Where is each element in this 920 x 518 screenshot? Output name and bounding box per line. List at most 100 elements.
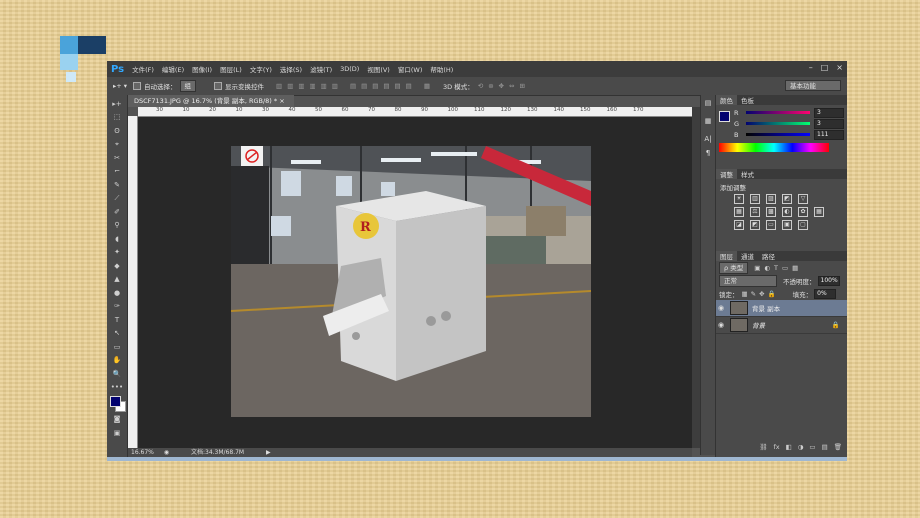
layer-filter-dropdown[interactable]: ρ 类型 [719, 261, 749, 274]
history-icon[interactable]: ▤ [701, 99, 715, 107]
tab-swatches[interactable]: 色板 [737, 95, 758, 105]
stamp-tool-icon[interactable]: ✐ [110, 207, 124, 217]
crop-tool-icon[interactable]: ✂ [110, 153, 124, 163]
menu-image[interactable]: 图像(I) [192, 64, 212, 74]
blend-mode-dropdown[interactable]: 正常 [719, 274, 777, 287]
lock-icons[interactable]: ▦✎✥🔒 [742, 290, 779, 298]
minimize-button[interactable]: – [809, 63, 813, 72]
quick-select-tool-icon[interactable]: ⌖ [110, 139, 124, 149]
screen-mode-icon[interactable]: ▣ [110, 428, 124, 438]
hand-tool-icon[interactable]: ✋ [110, 355, 124, 365]
status-info-icon[interactable]: ◉ [164, 449, 169, 456]
menu-select[interactable]: 选择(S) [280, 64, 302, 74]
shape-tool-icon[interactable]: ▭ [110, 342, 124, 352]
zoom-tool-icon[interactable]: 🔍 [110, 369, 124, 379]
fill-value[interactable]: 0% [814, 288, 837, 299]
new-group-icon[interactable]: ▭ [809, 443, 815, 451]
menu-window[interactable]: 窗口(W) [398, 64, 423, 74]
sponge-tool-icon[interactable]: ● [110, 288, 124, 298]
gradient-map-icon[interactable]: ▣ [782, 219, 792, 230]
properties-icon[interactable]: ▦ [701, 117, 715, 125]
healing-tool-icon[interactable]: ✎ [110, 180, 124, 190]
document-canvas[interactable]: R [138, 117, 692, 448]
tab-styles[interactable]: 样式 [737, 169, 758, 179]
move-tool-icon[interactable]: ▸+ [110, 99, 124, 109]
threshold-icon[interactable]: ▭ [766, 219, 776, 230]
move-tool-icon[interactable]: ▸+ ▾ [113, 82, 127, 90]
hue-saturation-icon[interactable]: ▦ [734, 206, 744, 217]
type-tool-icon[interactable]: T [110, 315, 124, 325]
tab-channels[interactable]: 通道 [737, 251, 758, 261]
menu-layer[interactable]: 图层(L) [220, 64, 242, 74]
eye-icon[interactable]: ◉ [716, 304, 726, 312]
align-icons[interactable]: ▥▥▥▥▥▥ ▤▤▤▤▤▤ ▦ [276, 82, 435, 90]
foreground-color-swatch[interactable] [110, 396, 121, 407]
menu-edit[interactable]: 编辑(E) [162, 64, 184, 74]
paragraph-icon[interactable]: ¶ [701, 149, 715, 157]
posterize-icon[interactable]: ◩ [750, 219, 760, 230]
layer-row-background-copy[interactable]: ◉ 背景 副本 [716, 300, 847, 317]
new-layer-icon[interactable]: ▤ [822, 443, 828, 451]
fx-icon[interactable]: fx [773, 443, 779, 451]
new-adjustment-icon[interactable]: ◑ [798, 443, 804, 451]
color-lookup-icon[interactable]: ▦ [814, 206, 824, 217]
black-white-icon[interactable]: ▩ [766, 206, 776, 217]
history-brush-tool-icon[interactable]: ⚲ [110, 220, 124, 230]
invert-icon[interactable]: ◪ [734, 219, 744, 230]
r-value[interactable]: 3 [814, 107, 844, 118]
g-value[interactable]: 3 [814, 118, 844, 129]
menu-help[interactable]: 帮助(H) [430, 64, 453, 74]
eraser-tool-icon[interactable]: ◖ [110, 234, 124, 244]
3d-mode-icons[interactable]: ⟲⊛✥⇔⊞ [478, 82, 530, 90]
curves-icon[interactable]: ▨ [766, 193, 776, 204]
eyedropper-tool-icon[interactable]: ⌐ [110, 166, 124, 176]
selective-color-icon[interactable]: ▢ [798, 219, 808, 230]
menu-filter[interactable]: 滤镜(T) [310, 64, 332, 74]
g-slider[interactable] [746, 122, 810, 125]
brush-tool-icon[interactable]: ⟋ [110, 193, 124, 203]
filter-icons[interactable]: ▣◐T▭▦ [754, 264, 802, 272]
menu-type[interactable]: 文字(Y) [250, 64, 272, 74]
b-slider[interactable] [746, 133, 810, 136]
photo-filter-icon[interactable]: ◐ [782, 206, 792, 217]
r-slider[interactable] [746, 111, 810, 114]
add-mask-icon[interactable]: ◧ [786, 443, 792, 451]
gradient-tool-icon[interactable]: ✦ [110, 247, 124, 257]
link-layers-icon[interactable]: ⛓ [759, 443, 767, 451]
auto-select-dropdown[interactable]: 组 [179, 80, 197, 92]
channel-mixer-icon[interactable]: ✿ [798, 206, 808, 217]
tab-paths[interactable]: 路径 [758, 251, 779, 261]
maximize-button[interactable]: □ [821, 63, 829, 72]
tab-color[interactable]: 颜色 [716, 95, 737, 105]
tab-adjustments[interactable]: 调整 [716, 169, 737, 179]
exposure-icon[interactable]: ◩ [782, 193, 792, 204]
color-swatches[interactable] [110, 396, 126, 412]
status-arrow-icon[interactable]: ▶ [266, 449, 271, 456]
quick-mask-icon[interactable]: ◙ [110, 414, 124, 424]
vertical-scrollbar[interactable] [692, 107, 700, 448]
pen-tool-icon[interactable]: ✑ [110, 301, 124, 311]
color-balance-icon[interactable]: ⚖ [750, 206, 760, 217]
marquee-tool-icon[interactable]: ⬚ [110, 112, 124, 122]
dodge-tool-icon[interactable]: ▲ [110, 274, 124, 284]
workspace-switcher[interactable]: 基本功能 [785, 80, 841, 91]
lasso-tool-icon[interactable]: ʘ [110, 126, 124, 136]
blur-tool-icon[interactable]: ◆ [110, 261, 124, 271]
panel-foreground-swatch[interactable] [719, 111, 730, 122]
color-spectrum[interactable] [719, 143, 829, 152]
tab-layers[interactable]: 图层 [716, 251, 737, 261]
show-transform-checkbox[interactable] [214, 82, 223, 90]
layer-row-background[interactable]: ◉ 背景 🔒 [716, 317, 847, 334]
eye-icon[interactable]: ◉ [716, 321, 726, 329]
menu-3d[interactable]: 3D(D) [340, 65, 359, 73]
menu-file[interactable]: 文件(F) [132, 64, 154, 74]
auto-select-checkbox[interactable] [133, 82, 142, 90]
levels-icon[interactable]: ▥ [750, 193, 760, 204]
trash-icon[interactable]: 🗑 [834, 443, 842, 451]
character-icon[interactable]: A| [701, 135, 715, 143]
document-tab[interactable]: DSCF7131.JPG @ 16.7% (背景 副本, RGB/8) * × [128, 95, 294, 107]
opacity-value[interactable]: 100% [817, 275, 840, 286]
zoom-level[interactable]: 16.67% [131, 449, 154, 456]
brightness-icon[interactable]: ☀ [734, 193, 744, 204]
b-value[interactable]: 111 [814, 129, 844, 140]
